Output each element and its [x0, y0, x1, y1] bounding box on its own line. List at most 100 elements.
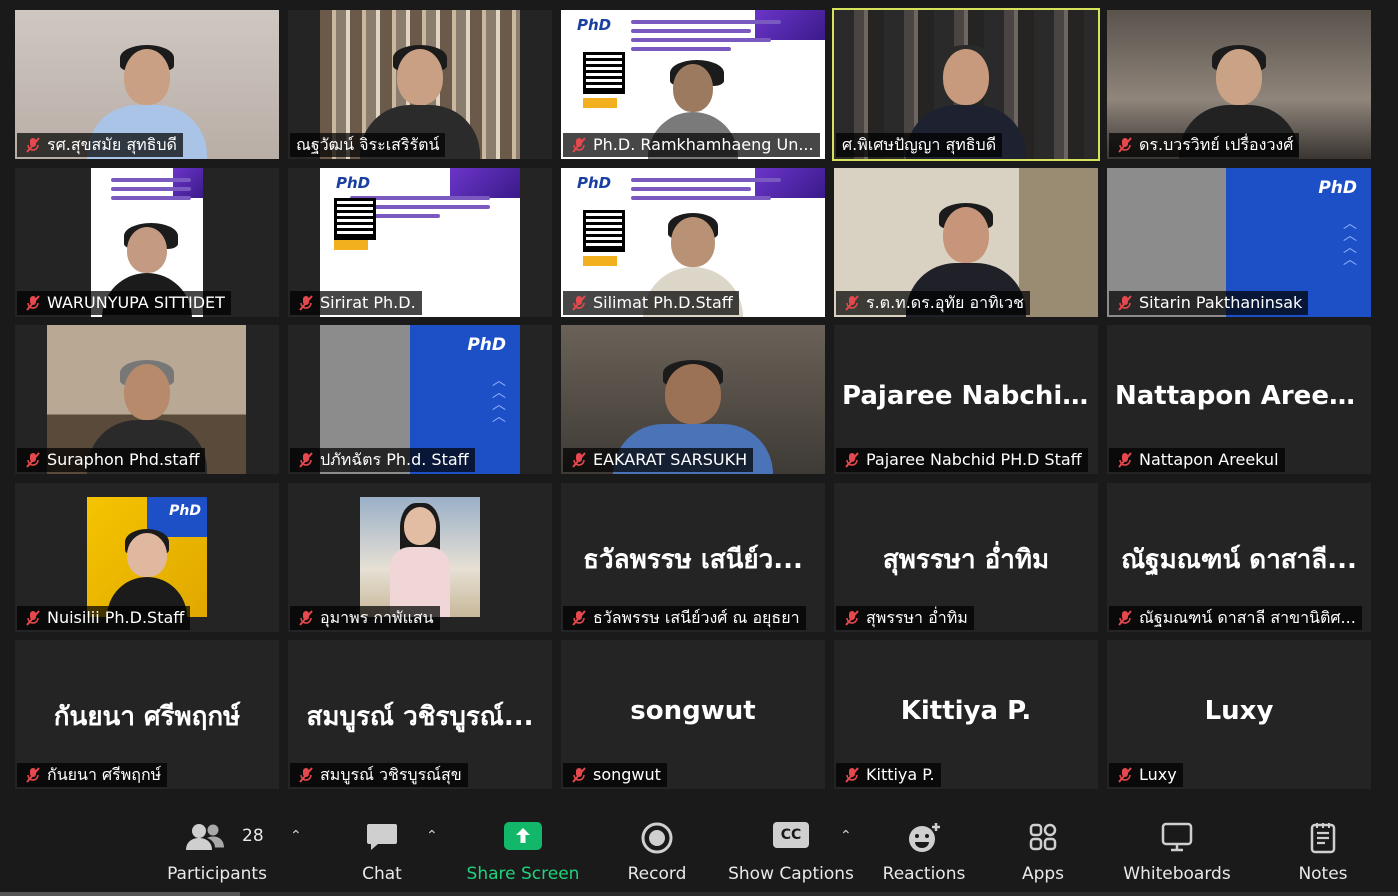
participant-name-label: ปภัทฉัตร Ph.d. Staff [290, 448, 475, 472]
muted-mic-icon [26, 452, 40, 468]
video-tile[interactable]: กันยนา ศรีพฤกษ์ กันยนา ศรีพฤกษ์ [15, 640, 279, 789]
chat-button[interactable]: Chat [350, 818, 414, 888]
captions-options-chevron-icon[interactable]: ⌃ [840, 828, 852, 844]
muted-mic-icon [26, 295, 40, 311]
video-tile[interactable]: ณัฐมณฑน์ ดาสาลี... ณัฐมณฑน์ ดาสาลี สาขาน… [1107, 483, 1371, 632]
video-tile[interactable]: PhD Silimat Ph.D.Staff [561, 168, 825, 317]
reactions-button[interactable]: Reactions [880, 818, 968, 888]
record-button[interactable]: Record [620, 818, 694, 888]
muted-mic-icon [26, 137, 40, 153]
participant-name-label: ณฐวัฒน์ จิระเสริรัตน์ [290, 133, 446, 157]
participant-name-label: สมบูรณ์ วชิรบูรณ์สุข [290, 763, 468, 787]
participant-name-label: อุมาพร กาพัแสน [290, 606, 440, 630]
participants-options-chevron-icon[interactable]: ⌃ [290, 828, 302, 844]
video-tile[interactable]: Nattapon Areekul Nattapon Areekul [1107, 325, 1371, 474]
muted-mic-icon [26, 610, 40, 626]
share-screen-button[interactable]: Share Screen [463, 818, 583, 888]
participant-display-name: สุพรรษา อ่ำทิม [882, 545, 1050, 575]
video-tile[interactable]: สมบูรณ์ วชิรบูรณ์... สมบูรณ์ วชิรบูรณ์สุ… [288, 640, 552, 789]
participants-count: 28 [242, 826, 264, 846]
participant-name-label: Suraphon Phd.staff [17, 448, 206, 472]
video-tile[interactable]: ร.ต.ท.ดร.อุทัย อาทิเวช [834, 168, 1098, 317]
muted-mic-icon [572, 137, 586, 153]
video-tile[interactable]: Kittiya P. Kittiya P. [834, 640, 1098, 789]
video-tile[interactable]: WARUNYUPA SITTIDET [15, 168, 279, 317]
participant-name-label: รศ.สุขสมัย สุทธิบดี [17, 133, 183, 157]
participant-name-label: WARUNYUPA SITTIDET [17, 291, 231, 315]
participants-button[interactable]: 28 Participants [160, 818, 274, 888]
participant-name-label: Nuisilii Ph.D.Staff [17, 606, 191, 630]
participant-name-label: Pajaree Nabchid PH.D Staff [836, 448, 1088, 472]
phd-logo: PhD [1318, 178, 1357, 198]
video-tile[interactable]: Luxy Luxy [1107, 640, 1371, 789]
show-captions-label: Show Captions [728, 864, 854, 884]
video-tile[interactable]: songwut songwut [561, 640, 825, 789]
participant-name-label: Luxy [1109, 763, 1183, 787]
participants-icon [186, 824, 224, 850]
participant-name-label: EAKARAT SARSUKH [563, 448, 754, 472]
phd-logo: PhD [577, 174, 612, 192]
notes-button[interactable]: Notes [1290, 818, 1356, 888]
reactions-icon [909, 823, 940, 852]
video-tile[interactable]: PhD Ph.D. Ramkhamhaeng Un... [561, 10, 825, 159]
participant-name-label: ศ.พิเศษปัญญา สุทธิบดี [836, 133, 1003, 157]
participant-name-label: สุพรรษา อ่ำทิม [836, 606, 974, 630]
video-tile-active-speaker[interactable]: ศ.พิเศษปัญญา สุทธิบดี [832, 8, 1100, 161]
muted-mic-icon [845, 610, 859, 626]
participant-name-label: ร.ต.ท.ดร.อุทัย อาทิเวช [836, 291, 1030, 315]
video-tile[interactable]: อุมาพร กาพัแสน [288, 483, 552, 632]
qr-code-icon [583, 210, 625, 252]
whiteboard-icon [1161, 822, 1193, 852]
video-tile[interactable]: PhD ︿ ︿ ︿ ︿ Sitarin Pakthaninsak [1107, 168, 1371, 317]
muted-mic-icon [845, 452, 859, 468]
muted-mic-icon [1118, 295, 1132, 311]
participant-display-name: สมบูรณ์ วชิรบูรณ์... [306, 702, 534, 732]
show-captions-button[interactable]: CC Show Captions [726, 818, 856, 888]
video-tile[interactable]: ดร.บวรวิทย์ เปรื่องวงศ์ [1107, 10, 1371, 159]
video-tile[interactable]: EAKARAT SARSUKH [561, 325, 825, 474]
participant-name-label: Silimat Ph.D.Staff [563, 291, 739, 315]
participant-video: PhD [87, 497, 207, 617]
participant-name-label: songwut [563, 763, 667, 787]
video-tile[interactable]: PhD Nuisilii Ph.D.Staff [15, 483, 279, 632]
participant-display-name: Luxy [1204, 696, 1274, 726]
video-tile[interactable]: Suraphon Phd.staff [15, 325, 279, 474]
participant-display-name: songwut [630, 696, 756, 726]
participant-name-label: ณัฐมณฑน์ ดาสาลี สาขานิติศ... [1109, 606, 1362, 630]
video-tile[interactable]: PhD Sirirat Ph.D. [288, 168, 552, 317]
whiteboards-button[interactable]: Whiteboards [1118, 818, 1236, 888]
phd-logo: PhD [467, 335, 506, 355]
participant-name-label: Kittiya P. [836, 763, 941, 787]
notes-label: Notes [1298, 864, 1348, 884]
video-tile[interactable]: Pajaree Nabchi... Pajaree Nabchid PH.D S… [834, 325, 1098, 474]
video-tile[interactable]: สุพรรษา อ่ำทิม สุพรรษา อ่ำทิม [834, 483, 1098, 632]
participant-display-name: Kittiya P. [900, 696, 1032, 726]
participant-name-label: Sirirat Ph.D. [290, 291, 422, 315]
video-tile[interactable]: ธวัลพรรษ เสนีย์ว... ธวัลพรรษ เสนีย์วงศ์ … [561, 483, 825, 632]
apps-icon [1029, 823, 1057, 851]
muted-mic-icon [845, 767, 859, 783]
participant-display-name: ธวัลพรรษ เสนีย์ว... [583, 545, 803, 575]
video-tile[interactable]: รศ.สุขสมัย สุทธิบดี [15, 10, 279, 159]
participants-label: Participants [167, 864, 267, 884]
participant-name-label: ธวัลพรรษ เสนีย์วงศ์ ณ อยุธยา [563, 606, 806, 630]
participant-display-name: ณัฐมณฑน์ ดาสาลี... [1121, 545, 1357, 575]
muted-mic-icon [845, 295, 859, 311]
participant-name-label: ดร.บวรวิทย์ เปรื่องวงศ์ [1109, 133, 1300, 157]
whiteboards-label: Whiteboards [1123, 864, 1231, 884]
phd-logo: PhD [336, 174, 371, 192]
record-icon [641, 822, 673, 854]
muted-mic-icon [1118, 767, 1132, 783]
phd-logo: PhD [577, 16, 612, 34]
muted-mic-icon [1118, 452, 1132, 468]
horizontal-scrollbar[interactable] [0, 892, 1398, 896]
muted-mic-icon [572, 767, 586, 783]
video-tile[interactable]: PhD ︿ ︿ ︿ ︿ ปภัทฉัตร Ph.d. Staff [288, 325, 552, 474]
muted-mic-icon [572, 610, 586, 626]
participant-video [360, 497, 480, 617]
video-tile[interactable]: ณฐวัฒน์ จิระเสริรัตน์ [288, 10, 552, 159]
chat-options-chevron-icon[interactable]: ⌃ [426, 828, 438, 844]
apps-button[interactable]: Apps [1010, 818, 1076, 888]
participant-display-name: Nattapon Areekul [1115, 381, 1363, 411]
muted-mic-icon [572, 452, 586, 468]
